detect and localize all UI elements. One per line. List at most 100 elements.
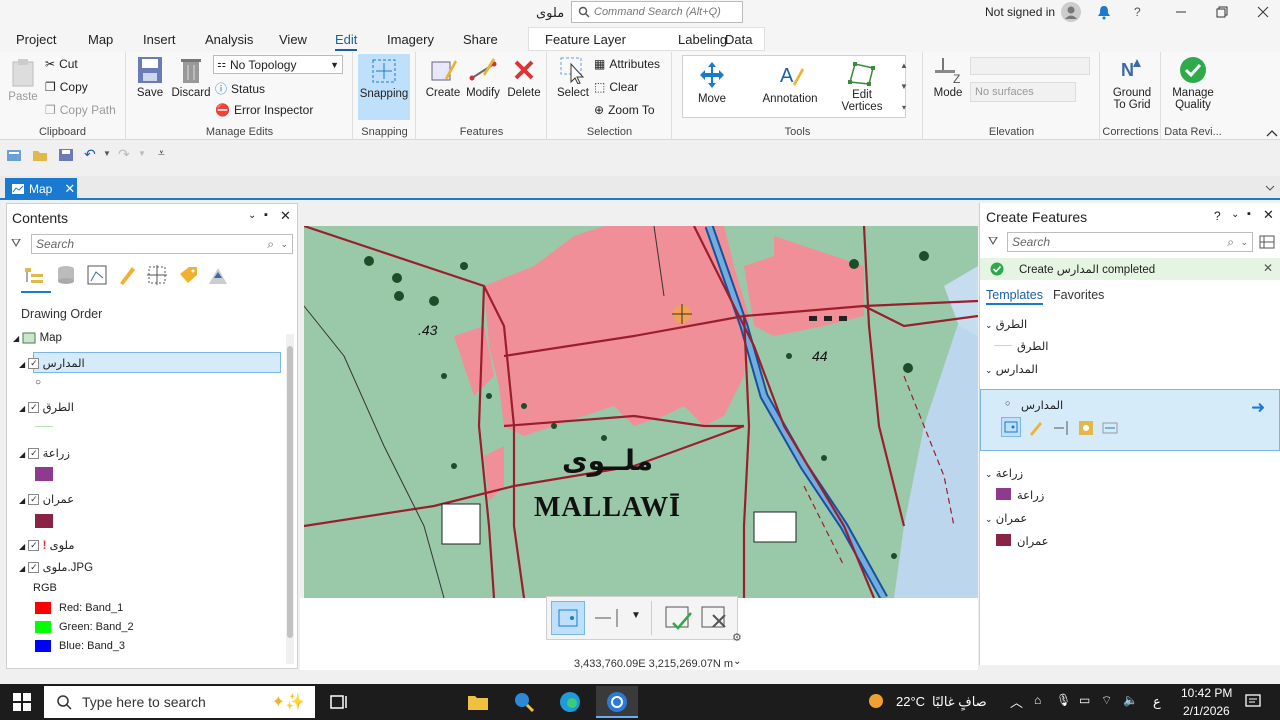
- point-tool-button[interactable]: [551, 601, 585, 635]
- layer-checkbox[interactable]: ✓: [28, 448, 40, 460]
- map-view[interactable]: .43 44 ملــوى MALLAWĪ: [304, 226, 978, 598]
- template-group-zraa[interactable]: ⌄ زراعة: [985, 466, 1023, 480]
- template-omran[interactable]: عمران: [1017, 534, 1049, 548]
- account-status[interactable]: Not signed in: [985, 5, 1055, 19]
- topology-dropdown[interactable]: ⚏ No Topology ▼: [213, 55, 343, 74]
- list-by-perspective-imagery-icon[interactable]: [207, 264, 229, 286]
- layer-madares[interactable]: ◢ ✓ المدارس: [19, 356, 85, 370]
- clear-selection-button[interactable]: ⬚ Clear: [594, 80, 638, 94]
- tab-favorites[interactable]: Favorites: [1053, 288, 1104, 302]
- save-project-icon[interactable]: [58, 148, 74, 162]
- taskbar-search[interactable]: Type here to search ✦✨: [44, 686, 315, 718]
- redo-icon[interactable]: ↷: [118, 146, 130, 163]
- traverse-tool-icon[interactable]: [1101, 419, 1119, 437]
- map-canvas[interactable]: [304, 226, 978, 598]
- select-button[interactable]: Select: [554, 56, 592, 99]
- elevation-mode-button[interactable]: Z Mode: [930, 56, 966, 99]
- attributes-button[interactable]: ▦ Attributes: [594, 57, 660, 71]
- undo-dropdown-icon[interactable]: ▼: [103, 149, 111, 158]
- point-at-end-of-line-icon[interactable]: [593, 605, 623, 631]
- template-group-madares[interactable]: ⌄ المدارس: [985, 362, 1038, 376]
- snapping-button[interactable]: Snapping: [358, 54, 410, 120]
- selected-template[interactable]: ○ المدارس ➜: [980, 389, 1280, 451]
- tab-feature-layer[interactable]: Feature Layer: [545, 32, 626, 47]
- layer-checkbox[interactable]: ✓: [28, 358, 40, 370]
- filter-icon[interactable]: ⛛: [988, 234, 998, 249]
- finish-sketch-icon[interactable]: [663, 603, 693, 633]
- point-at-end-tool-icon[interactable]: [1053, 419, 1071, 437]
- help-icon[interactable]: ?: [1214, 209, 1221, 223]
- scrollbar-thumb[interactable]: [287, 346, 293, 638]
- tab-analysis[interactable]: Analysis: [205, 32, 253, 47]
- cut-button[interactable]: ✂ Cut: [45, 57, 78, 71]
- template-roads[interactable]: الطرق: [1017, 339, 1048, 353]
- chevron-down-icon[interactable]: ⌄: [733, 656, 741, 667]
- tab-data[interactable]: Data: [725, 32, 752, 47]
- template-group-roads[interactable]: ⌄ الطرق: [985, 317, 1027, 331]
- weather-sun-icon[interactable]: [866, 691, 886, 711]
- point-along-line-tool-icon[interactable]: [1077, 419, 1095, 437]
- tab-view[interactable]: View: [279, 32, 307, 47]
- layer-checkbox[interactable]: ✓: [28, 494, 40, 506]
- layer-mallawi[interactable]: ◢ ✓ ! ملوى: [19, 538, 75, 552]
- edit-vertices-button[interactable]: Edit Vertices: [837, 60, 887, 113]
- layer-checkbox[interactable]: ✓: [28, 402, 40, 414]
- tab-map[interactable]: Map: [88, 32, 113, 47]
- redo-dropdown-icon[interactable]: ▼: [138, 149, 146, 158]
- list-by-editing-icon[interactable]: [116, 264, 138, 286]
- windows-start-icon[interactable]: [12, 692, 32, 712]
- restore-icon[interactable]: [1216, 6, 1228, 18]
- close-pane-icon[interactable]: ✕: [280, 208, 291, 224]
- layer-zraa[interactable]: ◢ ✓ زراعة: [19, 446, 70, 460]
- copy-button[interactable]: ❐ Copy: [45, 80, 88, 94]
- layer-checkbox[interactable]: ✓: [28, 562, 40, 574]
- modify-button[interactable]: Modify: [463, 56, 503, 99]
- zoom-to-button[interactable]: ⊕ Zoom To: [594, 103, 655, 117]
- list-by-drawing-order-icon[interactable]: [23, 264, 45, 286]
- close-tab-icon[interactable]: ✕: [64, 181, 75, 197]
- show-hidden-icons-icon[interactable]: ︿: [1010, 692, 1023, 711]
- tab-imagery[interactable]: Imagery: [387, 32, 434, 47]
- help-button[interactable]: ?: [1134, 5, 1141, 19]
- layer-checkbox[interactable]: ✓: [28, 540, 40, 552]
- close-icon[interactable]: [1257, 6, 1269, 18]
- arrow-right-icon[interactable]: ➜: [1251, 398, 1265, 418]
- error-inspector-button[interactable]: ⛔ Error Inspector: [215, 103, 313, 117]
- tab-project[interactable]: Project: [16, 32, 56, 47]
- customize-toolbar-icon[interactable]: ⩡: [158, 146, 165, 161]
- arcgis-pro-taskbar-button[interactable]: [596, 686, 638, 718]
- ground-to-grid-button[interactable]: N Ground To Grid: [1105, 56, 1159, 111]
- layer-mallawi-jpg[interactable]: ◢ ✓ ملوى.JPG: [19, 560, 93, 574]
- new-project-icon[interactable]: [6, 148, 22, 162]
- maximize-pane-icon[interactable]: ▪: [1247, 208, 1251, 220]
- filter-icon[interactable]: ⛛: [11, 236, 21, 251]
- volume-icon[interactable]: 🔈: [1123, 693, 1138, 707]
- pencil-tool-icon[interactable]: [1027, 419, 1045, 437]
- contents-scrollbar[interactable]: [286, 334, 294, 664]
- meet-now-icon[interactable]: ⌂: [1034, 693, 1041, 707]
- status-button[interactable]: ⓘ Status: [215, 80, 265, 97]
- annotation-button[interactable]: A Annotation: [759, 60, 821, 105]
- clock-time[interactable]: 10:42 PM: [1181, 686, 1232, 700]
- list-by-snapping-icon[interactable]: [146, 264, 168, 286]
- manage-quality-button[interactable]: Manage Quality: [1166, 56, 1220, 111]
- microphone-icon[interactable]: 🎙: [1056, 693, 1071, 707]
- tab-edit[interactable]: Edit: [335, 32, 358, 51]
- close-pane-icon[interactable]: ✕: [1263, 207, 1274, 223]
- weather-text[interactable]: صافٍ غالبًا: [932, 694, 987, 710]
- collapse-arrow-icon[interactable]: ◢: [13, 334, 19, 343]
- open-folder-icon[interactable]: [32, 148, 48, 162]
- settings-gear-icon[interactable]: ⚙: [732, 631, 742, 644]
- avatar[interactable]: [1061, 2, 1081, 22]
- tab-templates[interactable]: Templates: [986, 288, 1043, 305]
- temperature[interactable]: 22°C: [896, 694, 925, 709]
- task-view-icon[interactable]: [327, 690, 351, 714]
- search-app-icon[interactable]: [512, 690, 536, 714]
- edge-browser-icon[interactable]: [558, 690, 582, 714]
- move-button[interactable]: Move: [697, 60, 727, 105]
- file-explorer-icon[interactable]: [466, 690, 490, 714]
- clock-date[interactable]: 2/1/2026: [1183, 704, 1230, 718]
- discard-sketch-icon[interactable]: [699, 603, 729, 633]
- list-by-labeling-icon[interactable]: [177, 264, 199, 286]
- chevron-down-icon[interactable]: ▼: [631, 610, 641, 621]
